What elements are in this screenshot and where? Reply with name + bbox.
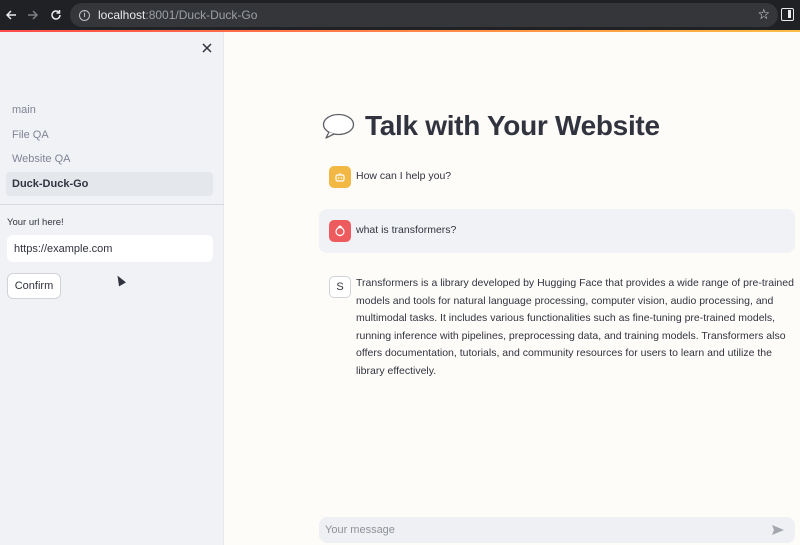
nav-item-main[interactable]: main: [6, 98, 213, 122]
chat-message-assistant: How can I help you?: [319, 165, 795, 189]
nav-item-file-qa[interactable]: File QA: [6, 123, 213, 147]
message-text: Transformers is a library developed by H…: [356, 277, 794, 377]
info-icon[interactable]: i: [79, 9, 90, 21]
chat-message-assistant: S Transformers is a library developed by…: [319, 275, 795, 380]
speech-balloon-icon: [322, 113, 355, 139]
url-input[interactable]: [7, 235, 213, 262]
chat-input-container: [319, 517, 795, 543]
message-text: what is transformers?: [356, 224, 457, 237]
page-title: Talk with Your Website: [365, 110, 660, 141]
page-nav: main File QA Website QA Duck-Duck-Go: [6, 98, 213, 196]
nav-item-website-qa[interactable]: Website QA: [6, 147, 213, 171]
url-host: localhost: [98, 8, 146, 22]
sidebar: main File QA Website QA Duck-Duck-Go You…: [0, 32, 224, 545]
reload-icon[interactable]: [46, 0, 66, 30]
side-panel-icon[interactable]: [781, 8, 794, 21]
send-icon[interactable]: [767, 519, 789, 541]
close-icon[interactable]: [198, 39, 216, 57]
title-row: Talk with Your Website: [322, 110, 660, 142]
back-icon[interactable]: [1, 0, 21, 30]
sidebar-divider: [0, 204, 224, 205]
star-icon[interactable]: ☆: [757, 6, 770, 23]
bot-icon: [329, 166, 351, 188]
browser-toolbar: i localhost:8001/Duck-Duck-Go ☆: [0, 0, 800, 30]
url-path: :8001/Duck-Duck-Go: [145, 8, 258, 22]
nav-item-duck-duck-go[interactable]: Duck-Duck-Go: [6, 171, 213, 196]
address-bar[interactable]: i localhost:8001/Duck-Duck-Go ☆: [70, 3, 778, 27]
user-icon: [329, 220, 351, 242]
confirm-button[interactable]: Confirm: [7, 273, 61, 299]
message-text: How can I help you?: [356, 170, 452, 183]
chat-input[interactable]: [319, 517, 767, 543]
mouse-cursor-icon: [114, 273, 126, 287]
url-field-label: Your url here!: [7, 217, 64, 228]
assistant-avatar: S: [329, 276, 351, 298]
forward-icon[interactable]: [23, 0, 43, 30]
chat-message-user: what is transformers?: [319, 209, 795, 253]
